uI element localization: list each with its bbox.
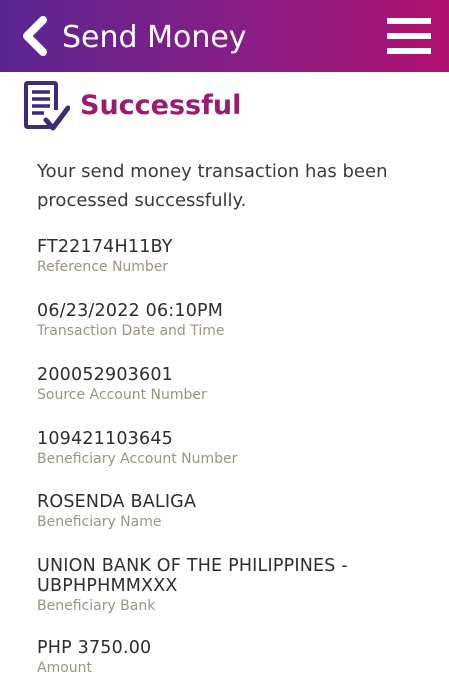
detail-beneficiary-account: 109421103645 Beneficiary Account Number [37,429,437,468]
detail-value: 200052903601 [37,365,174,385]
detail-amount: PHP 3750.00 Amount [37,638,437,677]
detail-source-account: 200052903601 Source Account Number [37,365,437,404]
detail-value: FT22174H11BY [37,237,173,257]
detail-value: 06/23/2022 06:10PM [37,301,224,321]
receipt-check-icon [24,81,70,131]
detail-label: Amount [37,660,93,676]
detail-value: 109421103645 [37,429,174,449]
detail-label: Source Account Number [37,387,207,403]
detail-transaction-date: 06/23/2022 06:10PM Transaction Date and … [37,301,437,340]
chevron-left-icon[interactable] [18,14,54,58]
detail-beneficiary-bank: UNION BANK OF THE PHILIPPINES - UBPHPHMM… [37,556,367,615]
detail-value: ROSENDA BALIGA [37,492,197,512]
hamburger-menu-icon[interactable] [385,16,433,56]
detail-label: Transaction Date and Time [37,323,225,339]
page-title: Send Money [62,20,247,55]
confirmation-message: Your send money transaction has been pro… [37,161,388,211]
app-header: Send Money [0,0,449,72]
detail-reference-number: FT22174H11BY Reference Number [37,237,437,276]
status-row: Successful [20,80,440,134]
status-title: Successful [80,90,242,121]
detail-value: PHP 3750.00 [37,638,152,658]
detail-label: Reference Number [37,259,169,275]
detail-beneficiary-name: ROSENDA BALIGA Beneficiary Name [37,492,437,531]
detail-value: UNION BANK OF THE PHILIPPINES - UBPHPHMM… [37,556,348,596]
detail-label: Beneficiary Bank [37,598,156,614]
detail-label: Beneficiary Name [37,514,162,530]
send-money-receipt-screen: Send Money Successful Your send money tr… [0,0,449,691]
detail-label: Beneficiary Account Number [37,451,238,467]
